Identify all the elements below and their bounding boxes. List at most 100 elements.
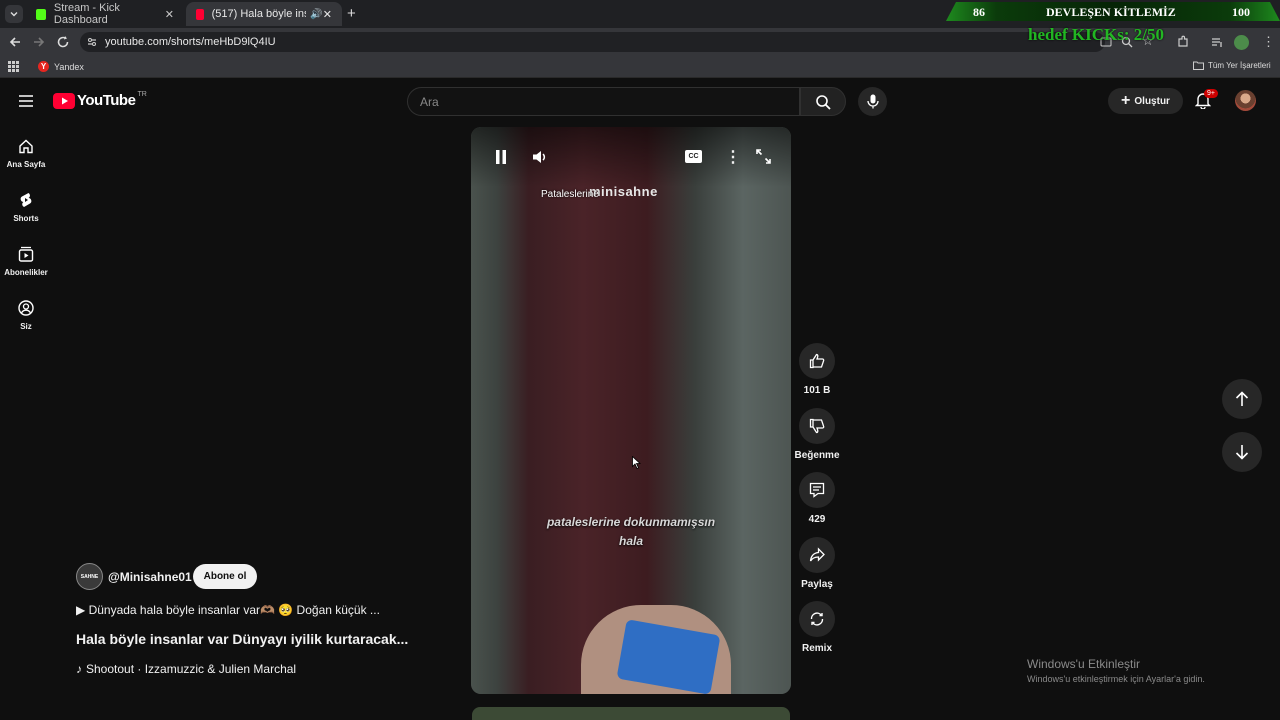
subscribe-button[interactable]: Abone ol: [193, 564, 257, 589]
music-note-icon: ♪: [76, 662, 82, 676]
goal-left-count: 86: [973, 5, 985, 19]
address-bar[interactable]: youtube.com/shorts/meHbD9lQ4IU ☆: [80, 32, 1154, 52]
channel-handle[interactable]: @Minisahne01: [108, 570, 192, 584]
back-arrow-icon[interactable]: [8, 35, 22, 49]
thumbs-up-icon: [809, 353, 825, 369]
reload-icon[interactable]: [56, 35, 70, 49]
plus-icon: +: [1121, 92, 1131, 109]
stream-goal-banner: 86 DEVLEŞEN KİTLEMİZ 100: [946, 2, 1280, 21]
tab-kick-dashboard[interactable]: Stream - Kick Dashboard ✕: [26, 2, 184, 26]
tab-title: (517) Hala böyle insanlar va: [211, 8, 307, 20]
pause-icon[interactable]: [495, 150, 507, 164]
shorts-video-player[interactable]: CC ⋮ minisahne Pataleslerine patalesleri…: [471, 127, 791, 694]
subscriptions-icon: [18, 246, 34, 262]
video-description[interactable]: ▶ Dünyada hala böyle insanlar var🫶🏽 🥺 Do…: [76, 603, 380, 617]
search-input[interactable]: Ara: [407, 87, 800, 116]
comment-count: 429: [808, 514, 826, 525]
kick-favicon-icon: [36, 8, 46, 20]
tab-title: Stream - Kick Dashboard: [53, 2, 120, 26]
video-watermark: minisahne: [589, 184, 658, 199]
forward-arrow-icon[interactable]: [32, 35, 46, 49]
video-top-caption: Pataleslerine: [541, 189, 599, 200]
hamburger-menu-icon[interactable]: [19, 95, 33, 107]
volume-icon[interactable]: [532, 149, 548, 165]
close-tab-icon[interactable]: ✕: [323, 8, 332, 21]
bookmark-label: Yandex: [54, 61, 84, 72]
youtube-logo[interactable]: YouTube TR: [53, 91, 147, 109]
channel-avatar-logo: SAHNE: [80, 573, 99, 580]
sidebar-item-you[interactable]: Siz: [0, 300, 52, 331]
previous-short-button[interactable]: [1222, 379, 1262, 419]
site-info-icon[interactable]: [86, 36, 98, 48]
sidebar-item-home[interactable]: Ana Sayfa: [0, 138, 52, 169]
new-tab-button[interactable]: +: [347, 5, 356, 22]
notification-badge: 9+: [1204, 89, 1218, 98]
apps-grid-icon[interactable]: [8, 61, 19, 72]
profile-avatar[interactable]: [1234, 35, 1249, 50]
all-bookmarks[interactable]: Tüm Yer İşaretleri: [1193, 61, 1271, 70]
subtitle-line: pataleslerine dokunmamışsın: [546, 515, 716, 529]
windows-activation-watermark: Windows'u Etkinleştir Windows'u etkinleş…: [1027, 657, 1205, 684]
like-count: 101 B: [803, 385, 831, 396]
logo-text: YouTube: [77, 92, 136, 109]
all-bookmarks-label: Tüm Yer İşaretleri: [1208, 61, 1271, 70]
account-avatar[interactable]: [1235, 90, 1256, 111]
bookmark-yandex[interactable]: Y Yandex: [38, 61, 84, 72]
notifications-button[interactable]: 9+: [1194, 89, 1218, 110]
captions-button[interactable]: CC: [685, 150, 702, 163]
top-gradient: [471, 127, 791, 187]
mouse-cursor-icon: [632, 456, 641, 469]
watermark-line1: Windows'u Etkinleştir: [1027, 657, 1140, 671]
menu-kebab-icon[interactable]: ⋮: [1262, 34, 1275, 50]
audio-playing-icon[interactable]: 🔊: [310, 9, 322, 20]
channel-avatar[interactable]: SAHNE: [76, 563, 103, 590]
youtube-favicon-icon: [196, 8, 204, 20]
bookmarks-bar: [0, 56, 1280, 78]
sidebar-item-subscriptions[interactable]: Abonelikler: [0, 246, 52, 277]
sidebar-item-label: Abonelikler: [4, 268, 48, 277]
sidebar-item-label: Ana Sayfa: [6, 160, 46, 169]
tab-youtube[interactable]: (517) Hala böyle insanlar va 🔊 ✕: [186, 2, 342, 26]
dislike-button[interactable]: Beğenme: [791, 408, 843, 461]
thumbs-down-icon: [809, 418, 825, 434]
goal-title: DEVLEŞEN KİTLEMİZ: [1046, 5, 1176, 19]
like-button[interactable]: 101 B: [791, 343, 843, 396]
video-title[interactable]: Hala böyle insanlar var Dünyayı iyilik k…: [76, 631, 408, 647]
media-controls-icon[interactable]: [1210, 35, 1224, 49]
next-short-button[interactable]: [1222, 432, 1262, 472]
sidebar-item-shorts[interactable]: Shorts: [0, 192, 52, 223]
tab-search-button[interactable]: [5, 5, 23, 23]
comments-button[interactable]: 429: [791, 472, 843, 525]
arrow-up-icon: [1235, 391, 1249, 406]
close-tab-icon[interactable]: ✕: [165, 8, 174, 21]
region-code: TR: [137, 91, 147, 98]
search-button[interactable]: [800, 87, 846, 116]
voice-search-button[interactable]: [858, 87, 887, 116]
search-icon: [816, 95, 831, 110]
goal-right-count: 100: [1232, 5, 1250, 19]
watermark-line2: Windows'u etkinleştirmek için Ayarlar'a …: [1027, 674, 1205, 684]
youtube-play-icon: [53, 92, 75, 109]
share-button[interactable]: Paylaş: [791, 537, 843, 590]
comment-icon: [809, 482, 825, 498]
sidebar-item-label: Shorts: [13, 214, 39, 223]
sidebar-item-label: Siz: [20, 322, 32, 331]
video-subtitle: pataleslerine dokunmamışsın hala: [471, 513, 791, 551]
fullscreen-icon[interactable]: [756, 149, 771, 164]
subtitle-line: hala: [618, 534, 643, 548]
extensions-icon[interactable]: [1176, 35, 1190, 49]
chevron-down-icon: [10, 12, 18, 17]
url-text: youtube.com/shorts/meHbD9lQ4IU: [105, 36, 276, 48]
remix-button[interactable]: Remix: [791, 601, 843, 654]
dislike-label: Beğenme: [794, 450, 840, 461]
home-icon: [19, 139, 33, 154]
kicks-goal-text: hedef KICKs: 2/50: [1028, 25, 1164, 44]
folder-icon: [1193, 61, 1204, 70]
create-label: Oluştur: [1134, 95, 1170, 107]
remix-icon: [810, 612, 824, 626]
create-button[interactable]: + Oluştur: [1108, 88, 1183, 114]
share-label: Paylaş: [801, 579, 833, 590]
next-short-preview[interactable]: [472, 707, 790, 720]
more-options-icon[interactable]: ⋮: [725, 147, 741, 167]
music-info[interactable]: ♪ Shootout · Izzamuzzic & Julien Marchal: [76, 662, 296, 676]
